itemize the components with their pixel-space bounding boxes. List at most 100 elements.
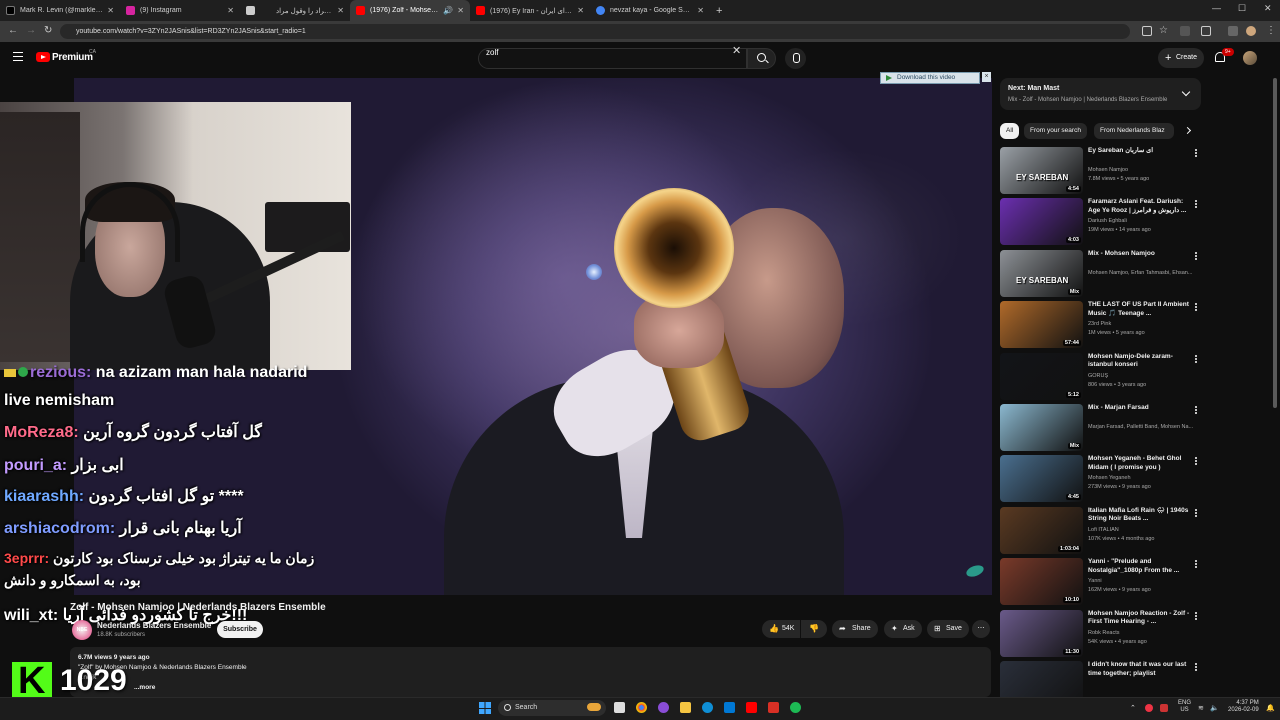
extension-icon[interactable] <box>1180 26 1190 36</box>
clock[interactable]: 4:37 PM 2026-02-09 <box>1228 700 1259 714</box>
create-button[interactable]: Create <box>1158 48 1204 68</box>
more-options-icon[interactable] <box>1195 611 1197 614</box>
recommended-video[interactable]: 1:03:04 Italian Mafia Lofi Rain 🌧 | 1940s… <box>1000 506 1200 555</box>
channel-name[interactable]: Mohsen Namjoo, Erfan Tahmasbi, Ehsan... <box>1088 270 1198 276</box>
more-options-icon[interactable] <box>1195 406 1197 408</box>
recommended-video[interactable]: 10:10 Yanni - "Prelude and Nostalgia"_108… <box>1000 558 1200 606</box>
video-thumbnail[interactable]: EY SAREBAN Mix <box>1000 249 1083 297</box>
browser-tab[interactable]: (9) Instagram ✕ <box>120 0 240 21</box>
browser-tab[interactable]: وقف مراد را وقول مراد✕ <box>270 0 350 21</box>
video-thumbnail[interactable]: 1:03:04 <box>1000 506 1083 554</box>
recommended-video[interactable]: Mix Mix - Marjan Farsad Marjan Farsad, Pal… <box>1000 404 1200 452</box>
spotify-icon[interactable] <box>790 702 801 713</box>
youtube-brand[interactable]: Premium <box>52 52 93 63</box>
hamburger-menu-icon[interactable] <box>13 52 23 61</box>
recommended-video[interactable]: EY SAREBAN Mix Mix - Mohsen Namjoo Mohsen N… <box>1000 249 1200 298</box>
more-options-icon[interactable] <box>1195 251 1197 254</box>
video-title[interactable]: I didn't know that it was our last time … <box>1088 661 1190 678</box>
like-button[interactable]: 👍 54K <box>762 620 800 638</box>
channel-name[interactable]: Nederlands Blazers Ensemble <box>97 621 211 630</box>
cast-icon[interactable] <box>1142 26 1152 36</box>
ask-button[interactable]: ✦ Ask <box>884 620 922 638</box>
tray-app-icon[interactable] <box>1145 704 1153 712</box>
close-tab-icon[interactable]: ✕ <box>697 6 704 15</box>
video-title[interactable]: Mohsen Yeganeh - Behet Ghol Midam ( I pr… <box>1088 455 1190 472</box>
close-tab-icon[interactable]: ✕ <box>107 6 114 15</box>
audio-icon[interactable]: 🔊 <box>443 6 453 15</box>
channel-name[interactable]: Lofi ITALIAN <box>1088 527 1198 533</box>
filter-chip-from-search[interactable]: From your search <box>1024 123 1087 139</box>
more-options-icon[interactable] <box>1195 457 1197 460</box>
chevron-right-icon[interactable] <box>1183 126 1192 135</box>
channel-name[interactable]: Mohsen Namjoo <box>1088 167 1198 173</box>
show-more-link[interactable]: ...more <box>134 684 155 691</box>
recommended-video[interactable]: 4:03 Faramarz Aslani Feat. Dariush: Age Y… <box>1000 198 1200 246</box>
search-icon[interactable] <box>747 48 776 69</box>
channel-name[interactable]: 23rd Pink <box>1088 321 1198 327</box>
more-options-icon[interactable] <box>1195 560 1197 563</box>
channel-name[interactable]: Robk Reacts <box>1088 630 1198 636</box>
recommended-video[interactable]: 57:44 THE LAST OF US Part II Ambient Musi… <box>1000 301 1200 349</box>
video-title[interactable]: Yanni - "Prelude and Nostalgia"_1080p Fr… <box>1088 558 1190 575</box>
tray-app-icon[interactable] <box>1160 704 1168 712</box>
recommended-video[interactable]: 4:45 Mohsen Yeganeh - Behet Ghol Midam ( … <box>1000 455 1200 503</box>
close-tab-icon[interactable]: ✕ <box>337 6 344 15</box>
video-title[interactable]: Ey Sareban ای ساربان <box>1088 147 1190 156</box>
more-options-icon[interactable] <box>1195 149 1197 151</box>
channel-avatar[interactable]: NBE <box>72 620 92 640</box>
recommended-video[interactable]: 11:30 Mohsen Namjoo Reaction - Zolf - Fir… <box>1000 609 1200 658</box>
gmail-icon[interactable] <box>768 702 779 713</box>
channel-name[interactable]: Mohsen Yeganeh <box>1088 475 1198 481</box>
more-options-icon[interactable] <box>1195 200 1197 203</box>
notifications-icon[interactable]: 🔔 <box>1266 704 1275 712</box>
chevron-up-icon[interactable]: ⌃ <box>1130 704 1136 712</box>
widget-icon[interactable] <box>587 703 601 711</box>
maximize-icon[interactable]: ☐ <box>1238 3 1246 14</box>
mic-icon[interactable] <box>785 48 806 69</box>
video-title[interactable]: THE LAST OF US Part II Ambient Music 🎵 T… <box>1088 301 1190 318</box>
video-title[interactable]: Mohsen Namjoo Reaction - Zolf - First Ti… <box>1088 610 1190 627</box>
youtube-app-icon[interactable] <box>746 702 757 713</box>
video-title[interactable]: Mohsen Namjo-Dele zaram-istanbul konseri <box>1088 353 1190 370</box>
video-thumbnail[interactable]: 10:10 <box>1000 558 1083 606</box>
video-title[interactable]: Faramarz Aslani Feat. Dariush: Age Ye Ro… <box>1088 198 1190 215</box>
more-options-icon[interactable] <box>1195 354 1197 357</box>
minimize-icon[interactable]: — <box>1212 3 1221 13</box>
more-options-icon[interactable] <box>1195 303 1197 306</box>
channel-name[interactable]: Yanni <box>1088 578 1198 584</box>
outlook-icon[interactable] <box>724 702 735 713</box>
subscribe-button[interactable]: Subscribe <box>217 621 263 638</box>
download-close-icon[interactable]: × <box>982 72 991 82</box>
more-options-icon[interactable] <box>1195 663 1197 665</box>
video-thumbnail[interactable]: 57:44 <box>1000 301 1083 349</box>
windows-start-icon[interactable] <box>479 702 491 714</box>
menu-kebab-icon[interactable]: ⋮ <box>1266 25 1276 36</box>
search-input[interactable] <box>478 48 747 69</box>
volume-icon[interactable]: 🔈 <box>1210 704 1219 712</box>
url-input[interactable]: youtube.com/watch?v=3ZYn2JASnis&list=RD3… <box>60 24 1130 39</box>
save-button[interactable]: ⊞ Save <box>927 620 969 638</box>
video-thumbnail[interactable]: 4:03 <box>1000 198 1083 246</box>
extensions-puzzle-icon[interactable] <box>1201 26 1211 36</box>
reload-icon[interactable]: ↻ <box>44 25 52 36</box>
copilot-icon[interactable] <box>658 702 669 713</box>
youtube-logo-icon[interactable] <box>36 52 50 62</box>
recommended-video[interactable]: EY SAREBAN 4:54 Ey Sareban ای ساربان Mohsen… <box>1000 147 1200 195</box>
browser-tab[interactable]: (1976) Ey Iran - ای ایران (Arash)✕ <box>470 0 590 21</box>
chrome-icon[interactable] <box>636 702 647 713</box>
video-title[interactable]: Mix - Mohsen Namjoo <box>1088 250 1190 259</box>
filter-chip-from-channel[interactable]: From Nederlands Blaz <box>1094 123 1174 139</box>
browser-tab-active[interactable]: (1976) Zolf - Mohsen Namjoo🔊✕ <box>350 0 470 21</box>
browser-tab[interactable]: Mark R. Levin (@marklevinshow)✕ <box>0 0 120 21</box>
account-avatar[interactable] <box>1243 51 1257 65</box>
edge-icon[interactable] <box>702 702 713 713</box>
share-button[interactable]: ➦ Share <box>832 620 878 638</box>
channel-name[interactable]: Dariush Eghbali <box>1088 218 1198 224</box>
video-thumbnail[interactable]: 11:30 <box>1000 609 1083 657</box>
browser-tab[interactable]: nevzat kaya - Google Search ✕ <box>590 0 710 21</box>
video-thumbnail[interactable]: 5:12 <box>1000 352 1083 400</box>
clear-search-icon[interactable]: ✕ <box>732 44 741 57</box>
back-icon[interactable]: ← <box>8 25 18 36</box>
filter-chip-all[interactable]: All <box>1000 123 1020 139</box>
up-next-panel[interactable] <box>1000 78 1201 110</box>
